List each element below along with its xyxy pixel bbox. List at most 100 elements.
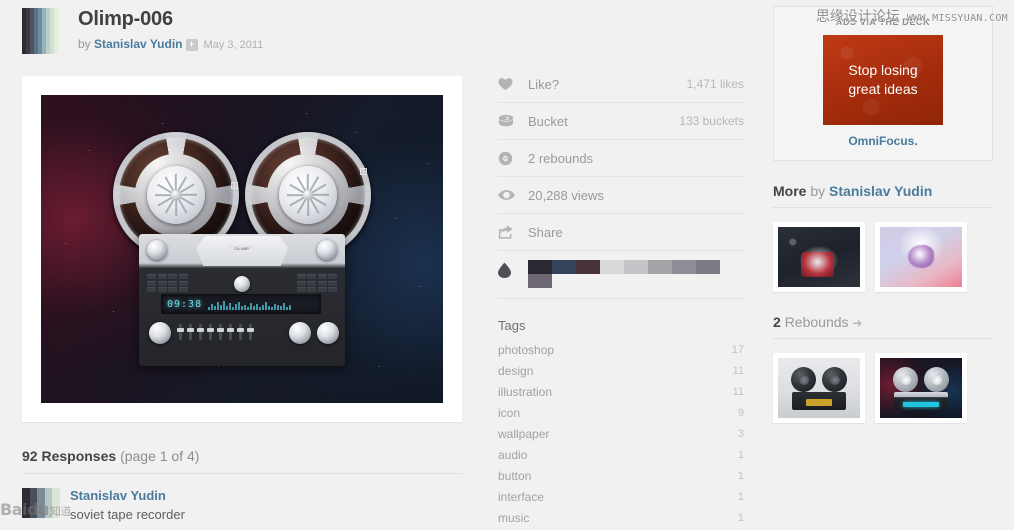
tag-name[interactable]: button (498, 469, 531, 483)
color-swatch[interactable] (528, 274, 552, 288)
rebound-icon (498, 151, 528, 166)
shot-thumb-splash[interactable] (773, 222, 865, 292)
vu-bar (262, 304, 265, 310)
knob-left-large (147, 240, 167, 260)
panel-button (296, 274, 306, 279)
shot-thumb-bloom[interactable] (875, 222, 967, 292)
droplet-icon (498, 260, 528, 283)
tape-recorder-illustration: 1 2 OLIMP 09:38 (111, 126, 373, 372)
color-swatch[interactable] (552, 260, 576, 274)
rebound-thumb-neon-recorder[interactable] (875, 353, 967, 423)
tag-name[interactable]: wallpaper (498, 427, 549, 441)
vu-meter (208, 299, 315, 310)
color-swatch[interactable] (528, 260, 552, 274)
more-thumbs (773, 222, 993, 292)
author-link[interactable]: Stanislav Yudin (94, 37, 182, 51)
tag-name[interactable]: illustration (498, 385, 552, 399)
panel-button (147, 287, 156, 292)
comment-avatar-band-3 (44, 488, 53, 518)
color-swatch[interactable] (600, 260, 624, 274)
hub-spoke (175, 174, 177, 195)
slider-bank (177, 324, 254, 340)
display-screen: 09:38 (161, 294, 321, 314)
rebound-thumb-black-recorder[interactable] (773, 353, 865, 423)
tag-row[interactable]: interface 1 (498, 486, 744, 507)
heart-icon (498, 77, 528, 91)
tag-count: 3 (737, 427, 744, 440)
star (65, 242, 67, 244)
tag-name[interactable]: music (498, 511, 529, 525)
tag-row[interactable]: audio 1 (498, 444, 744, 465)
knob-center (234, 276, 250, 292)
comment-author-link[interactable]: Stanislav Yudin (70, 488, 462, 503)
stat-row-bucket[interactable]: Bucket 133 buckets (498, 103, 744, 140)
ad-container[interactable]: ADS VIA THE DECK Stop losing great ideas… (773, 6, 993, 161)
panel-button (328, 274, 337, 279)
knob-right-large (317, 240, 337, 260)
more-author-link[interactable]: Stanislav Yudin (829, 183, 932, 199)
tag-row[interactable]: illustration 11 (498, 381, 744, 402)
panel-button (296, 287, 306, 292)
shot-image[interactable]: 1 2 OLIMP 09:38 (41, 95, 443, 403)
hub-spoke (155, 194, 176, 196)
color-swatch[interactable] (624, 260, 648, 274)
comment-avatar-band-2 (37, 488, 45, 518)
mini-body (792, 392, 846, 410)
star (394, 218, 396, 220)
share-icon (498, 225, 528, 239)
comment-avatar-band-1 (29, 488, 38, 518)
shot-image-frame[interactable]: 1 2 OLIMP 09:38 (22, 76, 462, 422)
tag-count: 11 (732, 364, 744, 377)
tag-name[interactable]: photoshop (498, 343, 554, 357)
tag-row[interactable]: icon 9 (498, 402, 744, 423)
color-swatch[interactable] (576, 260, 600, 274)
tag-row[interactable]: photoshop 17 (498, 339, 744, 360)
panel-slider (227, 324, 234, 340)
ad-sponsor-link[interactable]: OmniFocus. (774, 134, 992, 148)
panel-button (317, 287, 327, 292)
tag-count: 1 (737, 511, 744, 524)
tag-count: 1 (737, 469, 744, 482)
ad-headline-line1: Stop losing (848, 62, 918, 78)
rebound-thumbs (773, 353, 993, 423)
thumb-image (880, 358, 962, 418)
vu-bar (274, 303, 277, 310)
ad-headline-line2: great ideas (848, 81, 918, 97)
byline-by-label: by (78, 37, 91, 51)
tag-name[interactable]: design (498, 364, 533, 378)
tag-row[interactable]: wallpaper 3 (498, 423, 744, 444)
stat-row-share[interactable]: Share (498, 214, 744, 251)
tags-panel: Tags photoshop 17 design 11 illustration 11 ic… (498, 318, 744, 528)
eye-icon (498, 189, 528, 201)
tag-name[interactable]: interface (498, 490, 544, 504)
ad-creative[interactable]: Stop losing great ideas (823, 35, 943, 125)
color-swatches[interactable] (528, 260, 720, 288)
tag-row[interactable]: design 11 (498, 360, 744, 381)
vu-bar (211, 303, 214, 310)
color-swatch[interactable] (696, 260, 720, 274)
thumb-image (778, 227, 860, 287)
thumb-image (778, 358, 860, 418)
tag-row[interactable]: music 1 (498, 507, 744, 528)
stat-row-like[interactable]: Like? 1,471 likes (498, 66, 744, 103)
vu-bar (208, 306, 211, 310)
comment-avatar[interactable] (22, 488, 60, 518)
tag-name[interactable]: icon (498, 406, 520, 420)
vu-bar (271, 306, 274, 310)
vu-bar (223, 300, 226, 310)
color-swatch[interactable] (672, 260, 696, 274)
tag-row[interactable]: button 1 (498, 465, 744, 486)
more-by-label: by (810, 183, 826, 199)
stat-row-views: 20,288 views (498, 177, 744, 214)
hub-spokes-right (286, 173, 330, 217)
panel-button (157, 274, 167, 279)
stat-row-rebounds[interactable]: 2 rebounds (498, 140, 744, 177)
shot-header-text: Olimp-006 by Stanislav Yudin + May 3, 2011 (78, 8, 263, 52)
more-label: More (773, 183, 807, 199)
tag-name[interactable]: audio (498, 448, 527, 462)
responses-count: 92 Responses (22, 448, 117, 464)
hub-spoke (307, 195, 309, 216)
mini-reel-left (893, 367, 918, 392)
color-swatch[interactable] (648, 260, 672, 274)
shot-avatar[interactable] (22, 8, 62, 54)
